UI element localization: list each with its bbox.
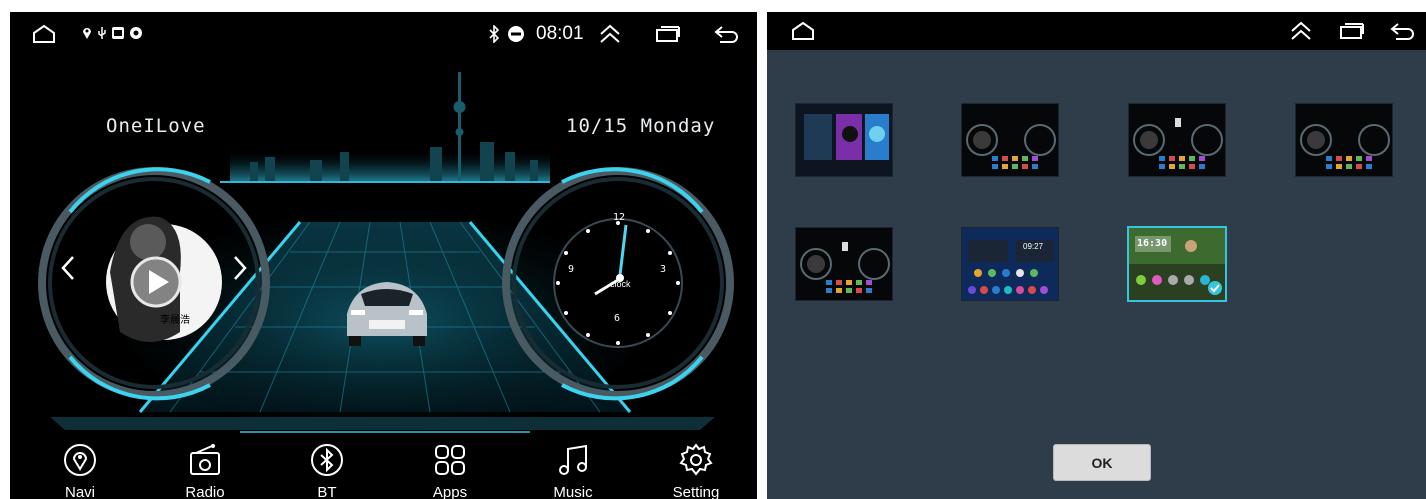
- home-screen: 08:01 OneILove 10/15 Monday 李晨浩 12 3 6 9…: [10, 12, 757, 499]
- theme-thumbnail-4[interactable]: [1295, 103, 1393, 177]
- theme-selector-screen: 09:27 16:30 OK: [767, 12, 1426, 499]
- dock-label-music: Music: [553, 484, 593, 499]
- dock-label-navi: Navi: [64, 484, 95, 499]
- previous-track-button[interactable]: [56, 253, 80, 283]
- location-pin-icon: [64, 444, 96, 476]
- dock-label-bt: BT: [317, 484, 337, 499]
- home-icon[interactable]: [791, 21, 815, 41]
- dock-label-apps: Apps: [432, 484, 468, 499]
- app-dock: Navi Radio BT Apps Music Setting: [10, 440, 757, 499]
- dashboard-background: [38, 72, 734, 433]
- dock-navi[interactable]: Navi: [30, 440, 130, 499]
- dock-bt[interactable]: BT: [277, 440, 377, 499]
- clock-number-9: 9: [568, 264, 575, 275]
- clock-number-6: 6: [614, 313, 621, 324]
- expand-up-icon[interactable]: [598, 23, 622, 45]
- expand-up-icon[interactable]: [1289, 20, 1313, 42]
- theme-thumbnail-1[interactable]: [795, 103, 893, 177]
- theme-thumbnail-3[interactable]: [1128, 103, 1226, 177]
- do-not-disturb-icon: [508, 26, 524, 42]
- clock-number-12: 12: [613, 212, 626, 223]
- home-icon[interactable]: [32, 24, 56, 44]
- album-caption: 李晨浩: [160, 315, 190, 326]
- apps-grid-icon: [435, 445, 465, 475]
- theme-6-time: 09:27: [1023, 242, 1044, 251]
- ok-button[interactable]: OK: [1053, 444, 1151, 481]
- dock-apps[interactable]: Apps: [400, 440, 500, 499]
- theme-thumbnail-7[interactable]: 16:30: [1127, 226, 1227, 302]
- status-bar-right: [767, 12, 1426, 50]
- settings-gear-icon: [679, 443, 713, 476]
- status-bar: 08:01: [10, 12, 757, 56]
- back-icon[interactable]: [1390, 22, 1416, 40]
- usb-icon: [98, 27, 106, 39]
- music-note-icon: [559, 444, 587, 475]
- bluetooth-status-icon: [489, 25, 500, 43]
- theme-7-time: 16:30: [1137, 238, 1168, 249]
- next-track-button[interactable]: [228, 253, 252, 283]
- date-text: 10/15 Monday: [566, 115, 716, 137]
- status-time: 08:01: [536, 23, 584, 44]
- theme-thumbnail-5[interactable]: [795, 227, 893, 301]
- sd-card-icon: [112, 27, 124, 39]
- city-skyline: [230, 72, 550, 182]
- dock-label-setting: Setting: [672, 484, 720, 499]
- theme-thumbnail-6[interactable]: 09:27: [961, 227, 1059, 301]
- greeting-text: OneILove: [106, 115, 206, 137]
- theme-thumbnail-2[interactable]: [961, 103, 1059, 177]
- clock-label[interactable]: clock: [610, 279, 631, 289]
- dock-label-radio: Radio: [185, 484, 225, 499]
- dock-setting[interactable]: Setting: [646, 440, 746, 499]
- recent-apps-icon[interactable]: [1339, 22, 1365, 40]
- dock-radio[interactable]: Radio: [155, 440, 255, 499]
- location-status-icon: [83, 28, 91, 39]
- shield-status-icon: [130, 27, 142, 39]
- radio-icon: [190, 444, 220, 475]
- back-icon[interactable]: [714, 25, 740, 43]
- bluetooth-icon: [311, 444, 343, 476]
- dock-music[interactable]: Music: [523, 440, 623, 499]
- recent-apps-icon[interactable]: [655, 25, 681, 43]
- clock-number-3: 3: [660, 264, 667, 275]
